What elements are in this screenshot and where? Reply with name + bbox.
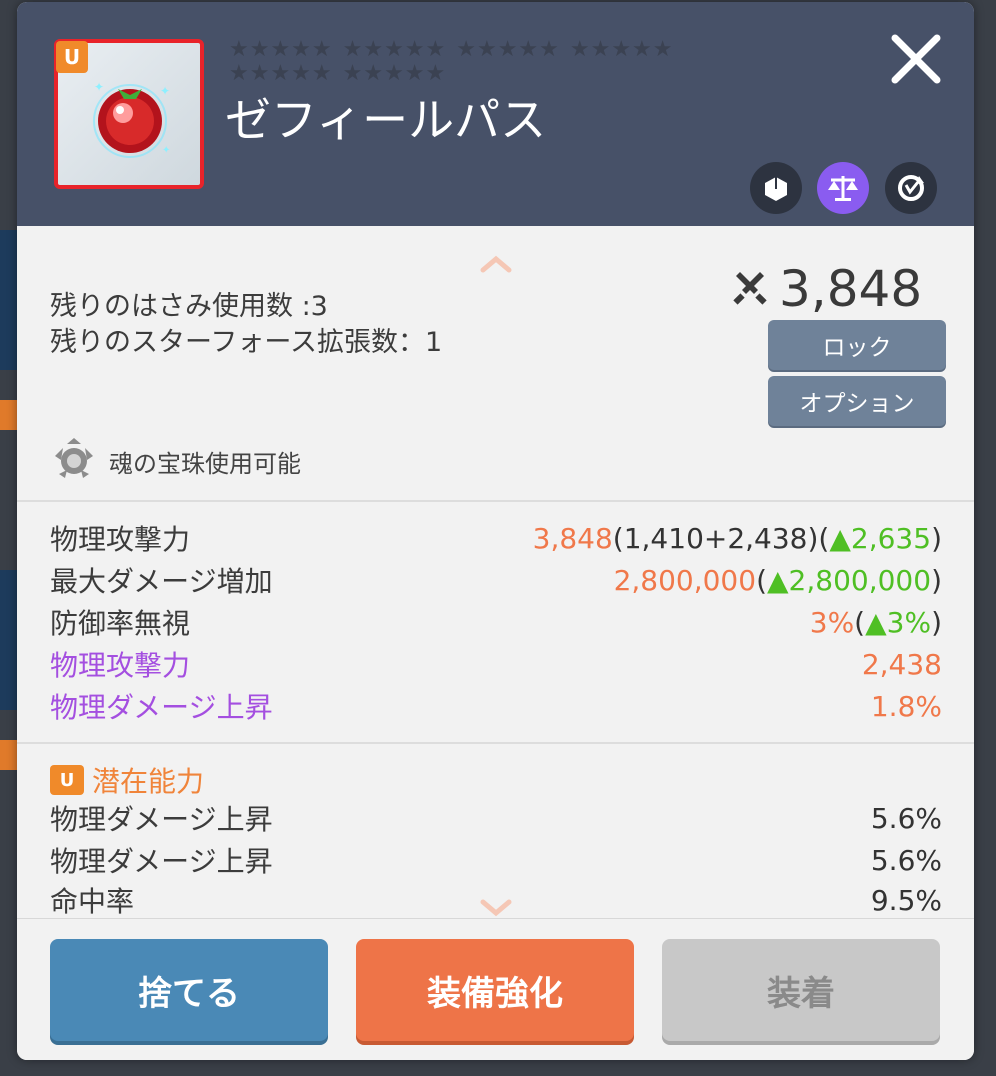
stat-label: 防御率無視 — [50, 607, 191, 640]
stat-value: 3%(▲3%) — [809, 605, 942, 639]
scale-icon[interactable] — [817, 162, 869, 214]
star-group: ★★★★★ — [342, 37, 447, 62]
stat-value: 3,848(1,410+2,438)(▲2,635) — [532, 521, 942, 555]
transfer-icon[interactable] — [750, 162, 802, 214]
star-group: ★★★★★ — [229, 61, 333, 86]
star-force-rating: ★★★★★ ★★★★★ ★★★★★ ★★★★★ ★★★★★ ★★★★★ — [229, 38, 749, 86]
discard-button[interactable]: 捨てる — [50, 939, 328, 1041]
item-name: ゼフィールパス — [225, 93, 547, 147]
dialog-footer: 捨てる 装備強化 装着 — [17, 918, 974, 1060]
scissors-remaining: 残りのはさみ使用数 :3 — [50, 291, 328, 322]
scroll-down-icon[interactable] — [479, 898, 513, 918]
bonus-stat-label: 物理攻撃力 — [50, 649, 191, 682]
bonus-stat-label: 物理ダメージ上昇 — [50, 691, 273, 724]
stat-row: 最大ダメージ増加 2,800,000(▲2,800,000) — [50, 560, 942, 600]
bonus-stat-value: 1.8% — [870, 689, 942, 723]
enhance-button[interactable]: 装備強化 — [356, 939, 634, 1041]
potential-grade-badge: U — [50, 765, 84, 795]
stat-label: 物理攻撃力 — [50, 523, 191, 556]
potential-value: 5.6% — [870, 843, 942, 877]
divider — [17, 500, 974, 502]
bonus-stat-row: 物理攻撃力 2,438 — [50, 644, 942, 684]
potential-label: 物理ダメージ上昇 — [50, 803, 273, 836]
potential-title: 潜在能力 — [92, 765, 205, 798]
stat-label: 最大ダメージ増加 — [50, 565, 273, 598]
stat-value: 2,800,000(▲2,800,000) — [613, 563, 942, 597]
lock-button[interactable]: ロック — [768, 320, 946, 370]
option-button[interactable]: オプション — [768, 376, 946, 426]
star-group: ★★★★★ — [569, 37, 674, 62]
soul-orb-icon — [55, 438, 93, 478]
svg-text:✦: ✦ — [160, 84, 170, 98]
potential-value: 5.6% — [870, 801, 942, 835]
bonus-stat-row: 物理ダメージ上昇 1.8% — [50, 686, 942, 726]
scroll-up-icon[interactable] — [479, 254, 513, 274]
potential-header: U 潜在能力 — [50, 760, 204, 800]
stat-row: 防御率無視 3%(▲3%) — [50, 602, 942, 642]
star-group: ★★★★★ — [229, 37, 333, 62]
bonus-stat-value: 2,438 — [861, 647, 942, 681]
potential-row: 物理ダメージ上昇 5.6% — [50, 840, 942, 880]
equip-button[interactable]: 装着 — [662, 939, 940, 1041]
item-icon-frame: U ✦ ✦ ✦ — [54, 39, 204, 189]
crossed-swords-icon — [733, 272, 767, 305]
svg-text:✦: ✦ — [94, 80, 104, 94]
combat-power-value: 3,848 — [779, 260, 923, 318]
item-orb-icon: ✦ ✦ ✦ — [93, 80, 170, 158]
potential-value: 9.5% — [870, 883, 942, 917]
soul-orb-label: 魂の宝珠使用可能 — [109, 450, 301, 478]
close-icon[interactable] — [887, 30, 945, 88]
divider — [17, 742, 974, 744]
starforce-expansion: 残りのスターフォース拡張数：1 — [50, 327, 443, 358]
dialog-header: U ✦ ✦ ✦ ★★★★★ ★★★★★ ★★★★★ ★★★★★ ★★★★★ ★★★★★ … — [17, 2, 974, 226]
potential-label: 命中率 — [50, 885, 135, 918]
svg-text:✦: ✦ — [162, 145, 170, 156]
potential-row: 物理ダメージ上昇 5.6% — [50, 798, 942, 838]
potential-label: 物理ダメージ上昇 — [50, 845, 273, 878]
refresh-icon[interactable] — [885, 162, 937, 214]
star-group: ★★★★★ — [456, 37, 560, 62]
star-group: ★★★★★ — [342, 61, 447, 86]
stat-row: 物理攻撃力 3,848(1,410+2,438)(▲2,635) — [50, 518, 942, 558]
item-detail-dialog: U ✦ ✦ ✦ ★★★★★ ★★★★★ ★★★★★ ★★★★★ ★★★★★ ★★★★★ … — [17, 2, 974, 1060]
